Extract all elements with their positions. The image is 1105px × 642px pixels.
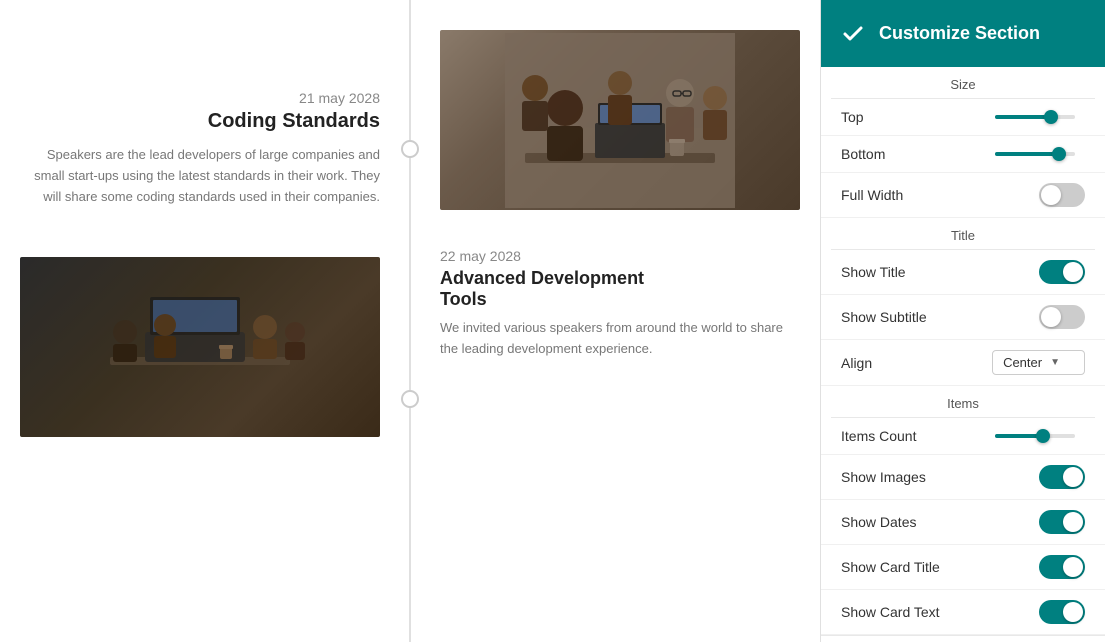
show-images-label: Show Images: [841, 469, 926, 485]
list-item: 21 may 2028 Coding Standards Speakers ar…: [20, 90, 380, 207]
bottom-slider-track: [995, 152, 1075, 156]
show-dates-row: Show Dates: [821, 500, 1105, 545]
sidebar-header: Customize Section: [821, 0, 1105, 67]
list-item: [440, 30, 800, 210]
chevron-down-icon: ▼: [1050, 357, 1060, 368]
top-slider-track: [995, 115, 1075, 119]
full-width-toggle[interactable]: [1039, 183, 1085, 207]
show-dates-toggle[interactable]: [1039, 510, 1085, 534]
show-card-title-toggle-knob: [1063, 557, 1083, 577]
item-title: Advanced DevelopmentTools: [440, 268, 800, 310]
show-images-toggle-knob: [1063, 467, 1083, 487]
check-icon: [841, 22, 865, 46]
timeline-dot-2: [401, 390, 419, 408]
item-title: Coding Standards: [20, 110, 380, 133]
show-card-title-row: Show Card Title: [821, 545, 1105, 590]
show-subtitle-toggle[interactable]: [1039, 305, 1085, 329]
items-count-slider-track: [995, 434, 1075, 438]
item-image: [440, 30, 800, 210]
show-card-text-toggle-knob: [1063, 602, 1083, 622]
bottom-label: Bottom: [841, 146, 885, 162]
right-column: 22 may 2028 Advanced DevelopmentTools We…: [410, 0, 820, 642]
top-slider-fill: [995, 115, 1051, 119]
align-dropdown[interactable]: Center ▼: [992, 350, 1085, 375]
items-section-label: Items: [831, 386, 1095, 418]
items-count-row: Items Count: [821, 418, 1105, 455]
top-slider-thumb: [1044, 110, 1058, 124]
show-subtitle-toggle-knob: [1041, 307, 1061, 327]
item-image: [20, 257, 380, 437]
show-card-title-toggle[interactable]: [1039, 555, 1085, 579]
show-title-toggle-knob: [1063, 262, 1083, 282]
align-row: Align Center ▼: [821, 340, 1105, 386]
size-section-label: Size: [831, 67, 1095, 99]
title-section-label: Title: [831, 218, 1095, 250]
left-column: 21 may 2028 Coding Standards Speakers ar…: [0, 0, 410, 642]
bottom-slider-fill: [995, 152, 1059, 156]
timeline-container: 21 may 2028 Coding Standards Speakers ar…: [0, 0, 820, 642]
items-count-slider-thumb: [1036, 429, 1050, 443]
main-content: 21 may 2028 Coding Standards Speakers ar…: [0, 0, 820, 642]
timeline-line: [409, 0, 411, 642]
show-dates-label: Show Dates: [841, 514, 916, 530]
item-date: 21 may 2028: [20, 90, 380, 106]
sidebar-title: Customize Section: [879, 23, 1040, 44]
show-images-toggle[interactable]: [1039, 465, 1085, 489]
customize-sidebar: Customize Section Size Top Bottom Full W…: [820, 0, 1105, 642]
timeline-dot-1: [401, 140, 419, 158]
items-count-slider[interactable]: [995, 434, 1085, 438]
align-label: Align: [841, 355, 872, 371]
list-item: [20, 257, 380, 437]
show-card-title-label: Show Card Title: [841, 559, 940, 575]
bottom-slider[interactable]: [995, 152, 1085, 156]
full-width-row: Full Width: [821, 173, 1105, 218]
show-title-row: Show Title: [821, 250, 1105, 295]
top-label: Top: [841, 109, 864, 125]
show-card-text-row: Show Card Text: [821, 590, 1105, 635]
show-card-text-toggle[interactable]: [1039, 600, 1085, 624]
show-title-toggle[interactable]: [1039, 260, 1085, 284]
sidebar-bottom-bar: ↑ ↓ REMOVE: [821, 635, 1105, 642]
items-count-label: Items Count: [841, 428, 916, 444]
item-date: 22 may 2028: [440, 248, 800, 264]
show-title-label: Show Title: [841, 264, 906, 280]
full-width-label: Full Width: [841, 187, 903, 203]
full-width-toggle-knob: [1041, 185, 1061, 205]
align-value: Center: [1003, 355, 1042, 370]
show-subtitle-label: Show Subtitle: [841, 309, 927, 325]
bottom-slider-thumb: [1052, 147, 1066, 161]
show-images-row: Show Images: [821, 455, 1105, 500]
list-item: 22 may 2028 Advanced DevelopmentTools We…: [440, 240, 800, 360]
show-dates-toggle-knob: [1063, 512, 1083, 532]
bottom-row: Bottom: [821, 136, 1105, 173]
top-slider[interactable]: [995, 115, 1085, 119]
show-card-text-label: Show Card Text: [841, 604, 940, 620]
show-subtitle-row: Show Subtitle: [821, 295, 1105, 340]
item-desc: Speakers are the lead developers of larg…: [20, 145, 380, 207]
item-desc: We invited various speakers from around …: [440, 318, 800, 360]
top-row: Top: [821, 99, 1105, 136]
